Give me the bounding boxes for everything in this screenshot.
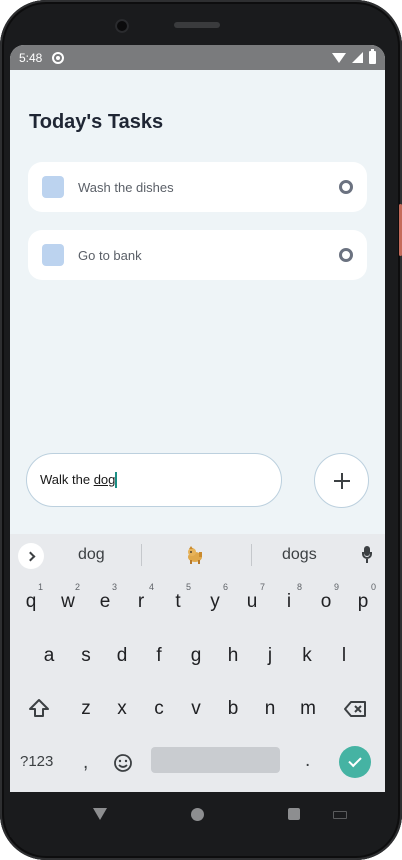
input-value: Walk the xyxy=(40,471,94,487)
comma-key[interactable]: , xyxy=(83,752,88,774)
key-g[interactable]: g xyxy=(181,645,211,667)
symbols-key[interactable]: ?123 xyxy=(20,753,53,770)
front-camera xyxy=(115,19,129,33)
key-h[interactable]: h xyxy=(218,645,248,667)
key-j[interactable]: j xyxy=(255,645,285,667)
key-l[interactable]: l xyxy=(329,645,359,667)
dog-emoji-icon[interactable] xyxy=(186,546,206,564)
key-b[interactable]: b xyxy=(218,698,248,720)
task-checkbox[interactable] xyxy=(42,244,64,266)
key-r[interactable]: r xyxy=(126,591,156,613)
task-label: Wash the dishes xyxy=(78,179,174,195)
backspace-icon[interactable] xyxy=(343,700,367,718)
key-d[interactable]: d xyxy=(107,645,137,667)
period-key[interactable]: . xyxy=(305,750,310,772)
emoji-icon[interactable] xyxy=(113,753,133,773)
chevron-right-icon xyxy=(25,551,35,561)
key-p[interactable]: p xyxy=(348,591,378,613)
key-z[interactable]: z xyxy=(71,698,101,720)
phone-frame: 5:48 Today's Tasks Wash the dishes Go to… xyxy=(0,0,402,860)
key-u[interactable]: u xyxy=(237,591,267,613)
key-x[interactable]: x xyxy=(107,698,137,720)
task-checkbox[interactable] xyxy=(42,176,64,198)
add-task-button[interactable] xyxy=(314,453,369,508)
key-e[interactable]: e xyxy=(90,591,120,613)
status-time: 5:48 xyxy=(19,50,43,65)
suggestion-divider xyxy=(251,544,252,566)
input-composing-word: dog xyxy=(93,471,116,487)
check-icon xyxy=(348,753,362,768)
suggestion-divider xyxy=(141,544,142,566)
key-f[interactable]: f xyxy=(144,645,174,667)
key-v[interactable]: v xyxy=(181,698,211,720)
task-label: Go to bank xyxy=(78,247,142,263)
enter-key[interactable] xyxy=(339,746,371,778)
key-k[interactable]: k xyxy=(292,645,322,667)
key-s[interactable]: s xyxy=(71,645,101,667)
recents-icon[interactable] xyxy=(288,808,300,820)
signal-icon xyxy=(352,52,363,63)
key-m[interactable]: m xyxy=(293,698,323,720)
home-icon[interactable] xyxy=(191,808,204,821)
suggestion-dogs[interactable]: dogs xyxy=(282,546,317,564)
task-status-radio[interactable] xyxy=(339,180,353,194)
suggestion-dog[interactable]: dog xyxy=(78,546,105,564)
key-y[interactable]: y xyxy=(200,591,230,613)
task-status-radio[interactable] xyxy=(339,248,353,262)
battery-icon xyxy=(369,49,376,64)
key-o[interactable]: o xyxy=(311,591,341,613)
soft-keyboard: dog dogs 1 q 2 w 3 e 4 r 5 t 6 y 7 u 8 i… xyxy=(10,534,385,792)
key-q[interactable]: q xyxy=(16,591,46,613)
key-n[interactable]: n xyxy=(255,698,285,720)
shift-icon[interactable] xyxy=(28,698,50,718)
new-task-input[interactable]: Walk the dog xyxy=(26,453,282,507)
task-item[interactable]: Wash the dishes xyxy=(28,162,367,212)
key-i[interactable]: i xyxy=(274,591,304,613)
screen: 5:48 Today's Tasks Wash the dishes Go to… xyxy=(10,45,385,792)
plus-icon xyxy=(333,472,350,489)
back-icon[interactable] xyxy=(93,808,107,820)
page-title: Today's Tasks xyxy=(29,111,164,133)
key-c[interactable]: c xyxy=(144,698,174,720)
spacebar[interactable] xyxy=(151,747,280,773)
key-w[interactable]: w xyxy=(53,591,83,613)
text-caret xyxy=(115,472,118,489)
system-nav-bar xyxy=(10,792,385,837)
at-icon xyxy=(52,51,65,64)
key-t[interactable]: t xyxy=(163,591,193,613)
wifi-icon xyxy=(332,52,346,63)
status-bar: 5:48 xyxy=(10,45,385,70)
task-item[interactable]: Go to bank xyxy=(28,230,367,280)
earpiece-speaker xyxy=(174,22,220,28)
keyboard-menu-button[interactable] xyxy=(18,543,44,569)
microphone-icon[interactable] xyxy=(362,546,372,564)
keyboard-switch-icon[interactable] xyxy=(333,811,347,819)
suggestion-strip: dog dogs xyxy=(10,534,385,576)
key-a[interactable]: a xyxy=(34,645,64,667)
